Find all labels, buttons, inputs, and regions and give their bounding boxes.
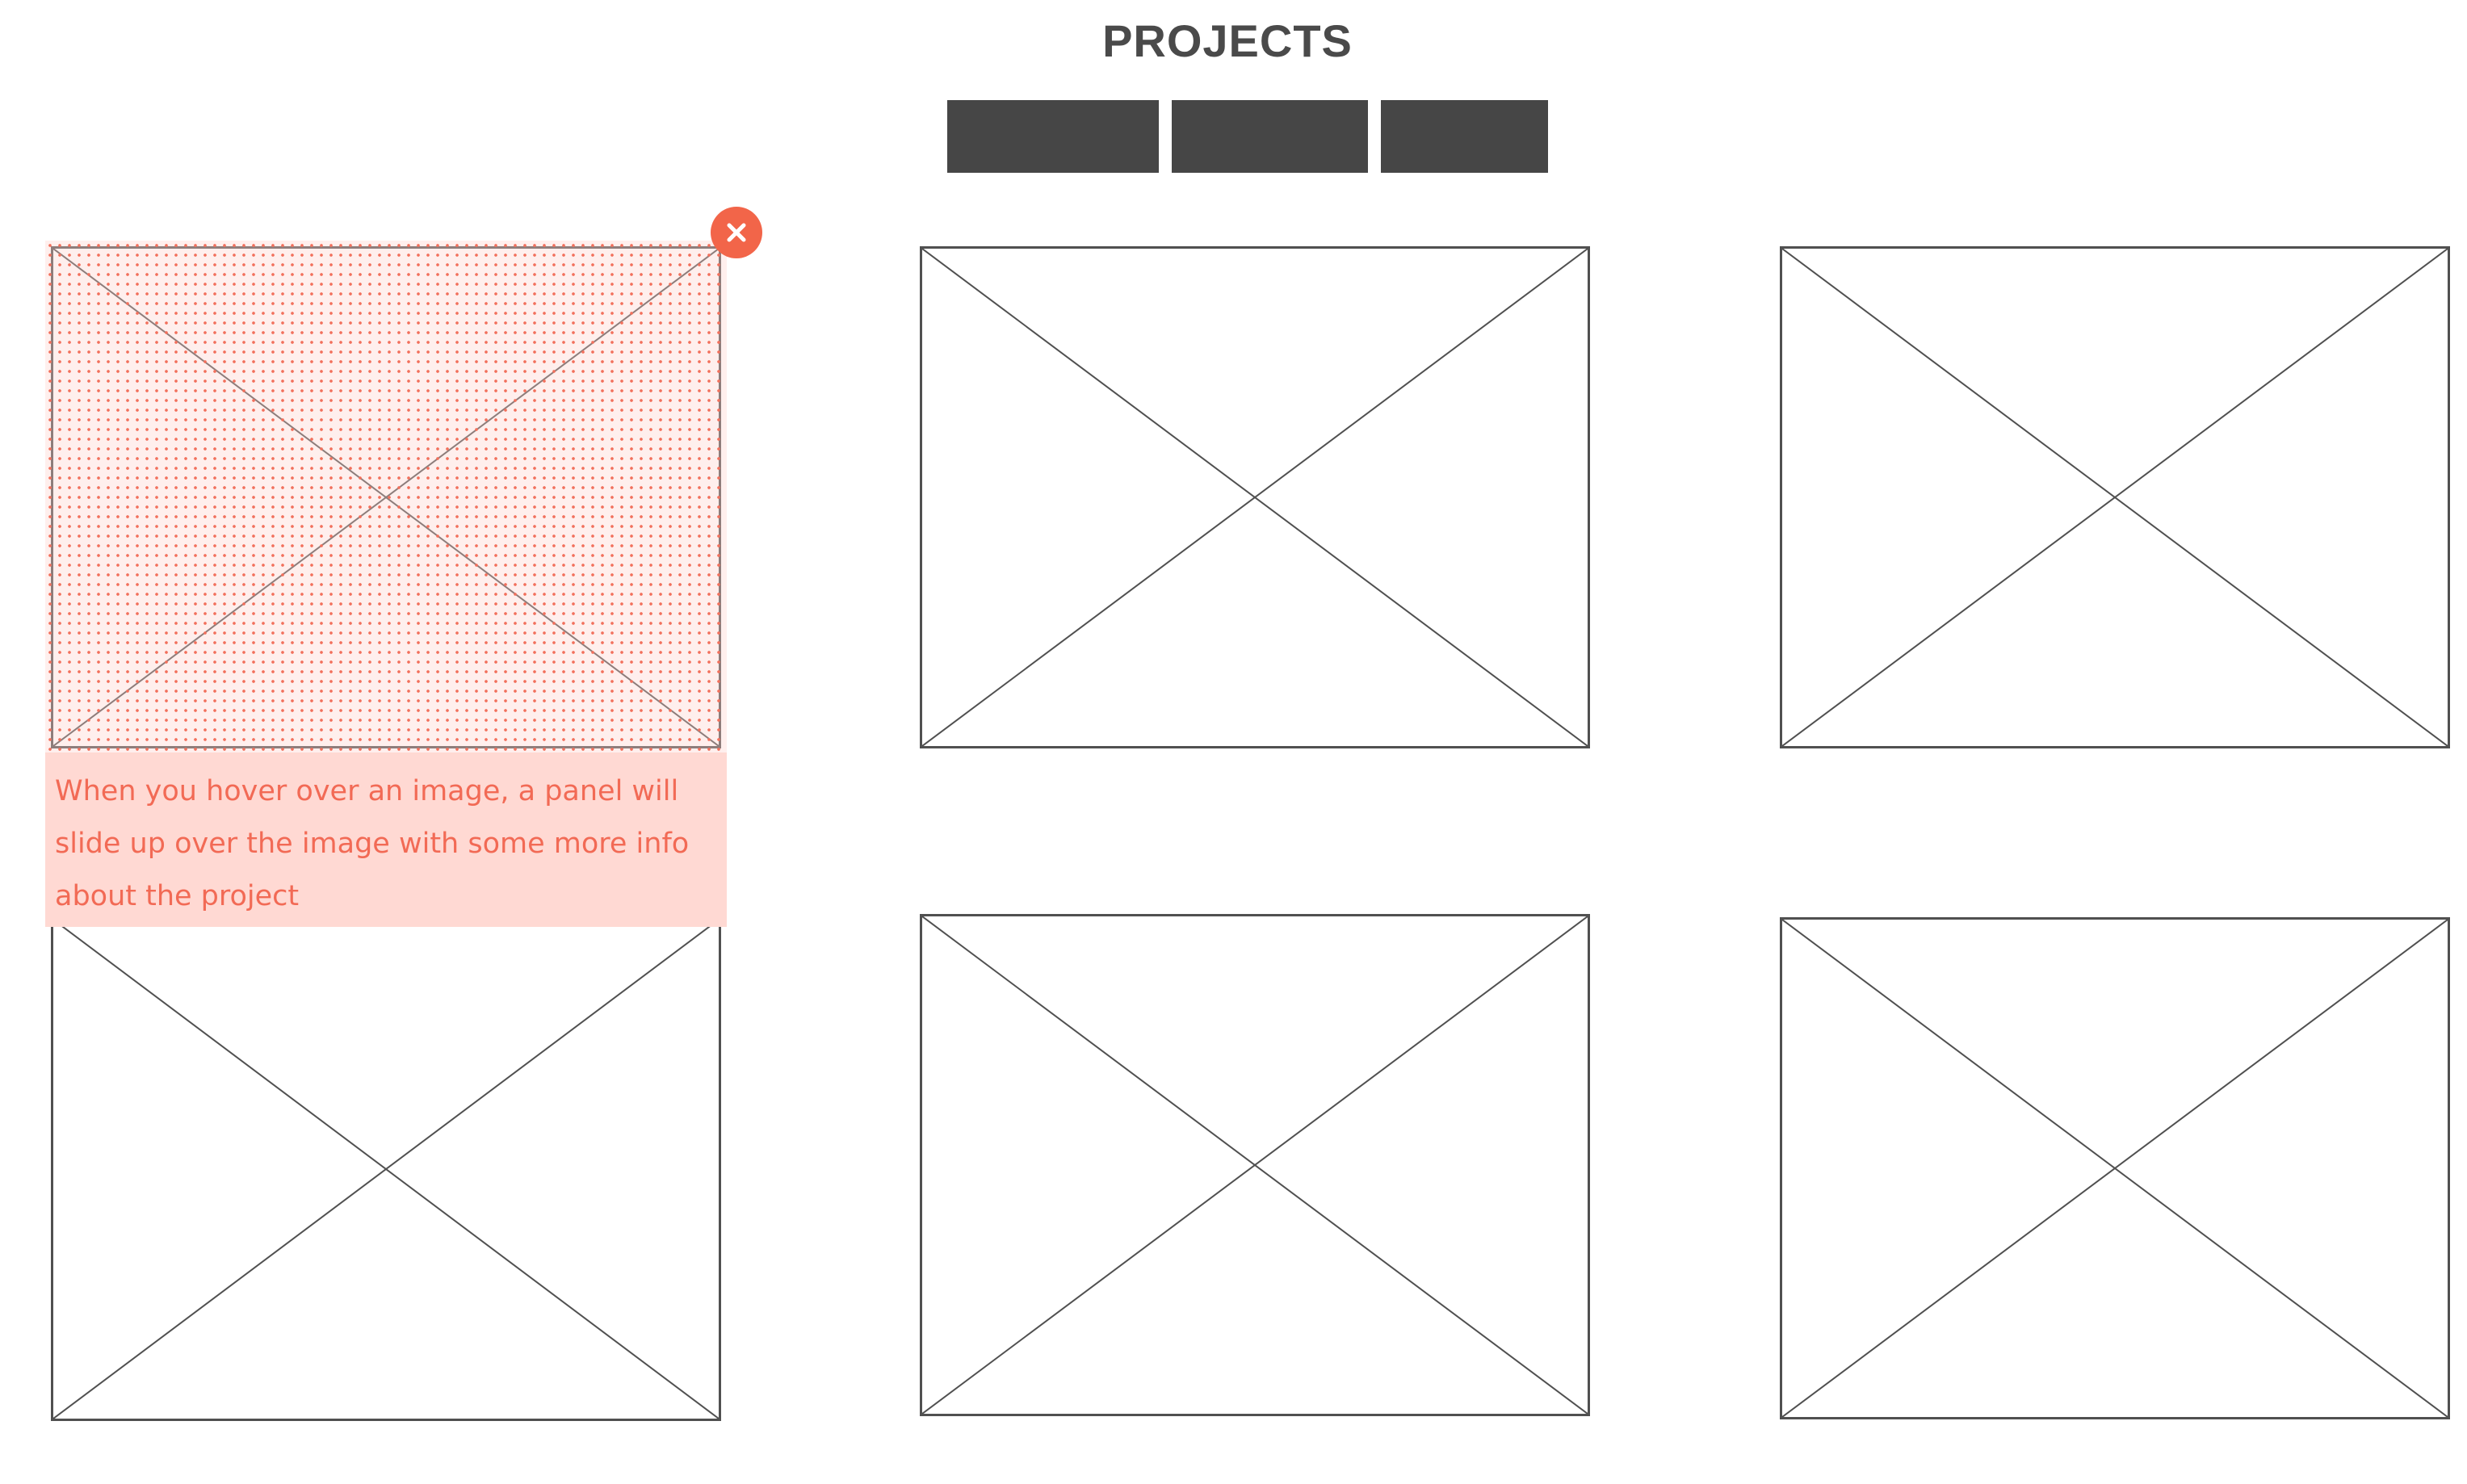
project-image-2[interactable] xyxy=(920,246,1590,748)
filter-button-2[interactable] xyxy=(1172,100,1368,173)
filter-button-1[interactable] xyxy=(947,100,1159,173)
project-image-4[interactable] xyxy=(51,917,721,1421)
project-image-6[interactable] xyxy=(1780,917,2450,1419)
close-icon xyxy=(727,223,746,242)
project-image-1[interactable] xyxy=(51,246,721,748)
project-info-panel: When you hover over an image, a panel wi… xyxy=(45,752,727,927)
page-title: PROJECTS xyxy=(1102,15,1353,66)
filter-button-3[interactable] xyxy=(1381,100,1548,173)
image-placeholder-icon xyxy=(53,249,719,746)
image-placeholder-icon xyxy=(922,249,1588,746)
image-placeholder-icon xyxy=(1782,249,2448,746)
image-placeholder-icon xyxy=(53,920,719,1419)
image-placeholder-icon xyxy=(922,916,1588,1414)
close-button[interactable] xyxy=(711,207,762,258)
project-image-3[interactable] xyxy=(1780,246,2450,748)
project-image-5[interactable] xyxy=(920,914,1590,1416)
image-placeholder-icon xyxy=(1782,920,2448,1417)
